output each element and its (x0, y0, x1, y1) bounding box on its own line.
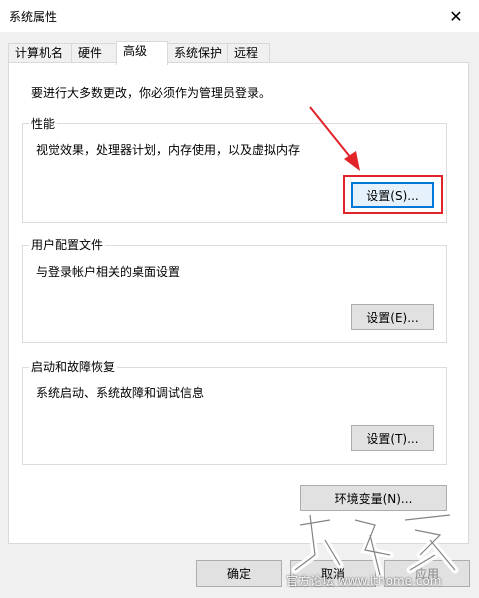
tab-advanced[interactable]: 高级 (116, 41, 168, 65)
performance-title: 性能 (29, 115, 58, 132)
watermark-text: 官方论坛 www.ithome.com (286, 574, 442, 588)
performance-description: 视觉效果，处理器计划，内存使用，以及虚拟内存 (36, 143, 301, 157)
close-icon[interactable]: ✕ (433, 0, 479, 32)
title-bar: 系统属性 ✕ (0, 0, 479, 32)
startup-recovery-description: 系统启动、系统故障和调试信息 (36, 386, 205, 400)
window-title: 系统属性 (9, 10, 58, 24)
ok-button[interactable]: 确定 (196, 560, 282, 587)
tab-remote[interactable]: 远程 (227, 43, 270, 63)
user-profiles-settings-button[interactable]: 设置(E)... (351, 304, 434, 330)
startup-recovery-settings-button[interactable]: 设置(T)... (351, 425, 434, 451)
red-highlight-box (343, 175, 443, 214)
user-profiles-title: 用户配置文件 (29, 236, 106, 253)
startup-recovery-title: 启动和故障恢复 (29, 358, 118, 375)
tab-system-protection[interactable]: 系统保护 (167, 43, 228, 63)
tab-computer-name[interactable]: 计算机名 (8, 43, 72, 63)
red-arrow-icon (309, 106, 360, 171)
user-profiles-description: 与登录帐户相关的桌面设置 (36, 265, 181, 279)
tab-hardware[interactable]: 硬件 (71, 43, 117, 63)
system-properties-window: 系统属性 ✕ 计算机名 硬件 高级 系统保护 远程 要进行大多数更改，你必须作为… (0, 0, 479, 598)
admin-notice: 要进行大多数更改，你必须作为管理员登录。 (31, 86, 272, 100)
